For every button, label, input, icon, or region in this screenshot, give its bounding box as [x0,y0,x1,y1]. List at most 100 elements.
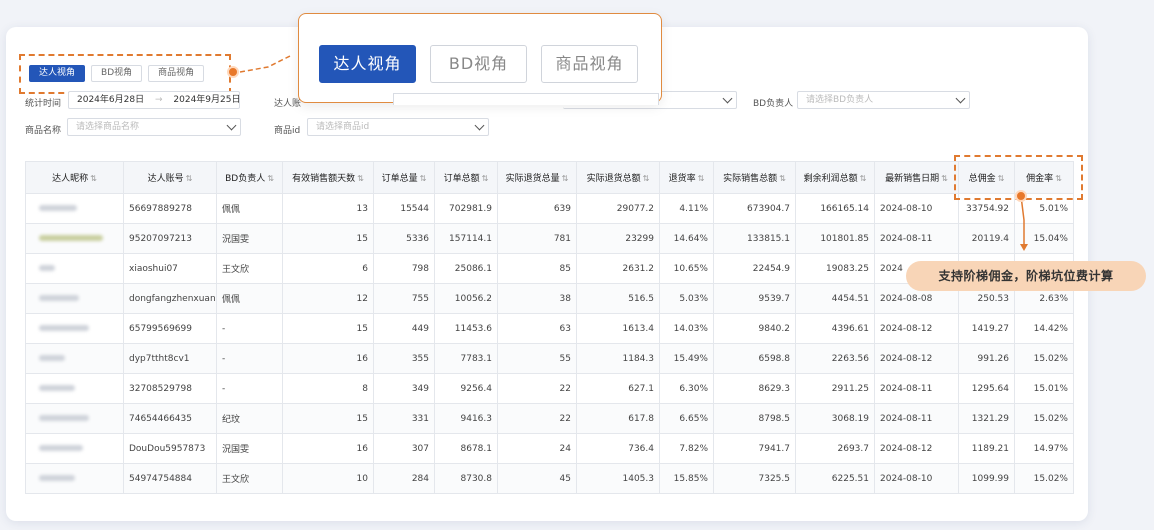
column-header[interactable]: 最新销售日期 ⇅ [874,161,959,194]
bd-select[interactable]: 请选择BD负责人 [797,91,970,109]
sort-icon[interactable]: ⇅ [562,174,569,183]
table-cell: 95207097213 [123,223,217,254]
table-cell: 15.02% [1014,343,1074,374]
sort-icon[interactable]: ⇅ [643,174,650,183]
table-cell: 755 [373,283,435,314]
table-row[interactable]: dyp7ttht8cv1-16 355 7783.1 55 1184.3 15.49% 65… [25,343,1074,374]
table-cell: 14.03% [659,313,714,344]
sort-icon[interactable]: ⇅ [482,174,489,183]
table-cell: 2024-08-12 [874,433,959,464]
table-cell: 1189.21 [958,433,1015,464]
column-header[interactable]: 退货率 ⇅ [659,161,714,194]
sort-icon[interactable]: ⇅ [267,174,274,183]
sort-icon[interactable]: ⇅ [779,174,786,183]
table-cell: 20119.4 [958,223,1015,254]
table-body: 56697889278 佩佩 13 15544 702981.9 639 29077.2 4.… [25,193,1074,494]
table-cell: 101801.85 [795,223,875,254]
table-cell: 7325.5 [713,463,796,494]
column-header-label: 剩余利润总额 [803,174,858,184]
sort-icon[interactable]: ⇅ [90,174,97,183]
table-row[interactable]: DouDou5957873 況国雯 16 307 8678.1 24 736.4 7.82% 7… [25,433,1074,464]
table-cell: 22 [497,373,577,404]
table-cell: 8798.5 [713,403,796,434]
sort-icon[interactable]: ⇅ [860,174,867,183]
nickname-cell [25,343,124,374]
table-cell: 673904.7 [713,193,796,224]
table-row[interactable]: 32708529798-8 349 9256.4 22 627.1 6.30% 8629.3… [25,373,1074,404]
table-cell: 29077.2 [576,193,660,224]
sort-icon[interactable]: ⇅ [186,174,193,183]
table-cell: 1419.27 [958,313,1015,344]
table-cell: 2263.56 [795,343,875,374]
column-header[interactable]: 实际销售总额 ⇅ [713,161,796,194]
nickname-cell [25,253,124,284]
table-cell: 9416.3 [434,403,498,434]
table-row[interactable]: 54974754884 王文欣 10 284 8730.8 45 1405.3 15.85% 7… [25,463,1074,494]
table-cell: 15 [282,313,374,344]
table-cell: 23299 [576,223,660,254]
table-cell: 10056.2 [434,283,498,314]
table-cell: 19083.25 [795,253,875,284]
sort-icon[interactable]: ⇅ [420,174,427,183]
table-cell: 況国雯 [216,433,283,464]
column-header[interactable]: 有效销售额天数 ⇅ [282,161,374,194]
table-cell: 6.30% [659,373,714,404]
column-header[interactable]: 订单总额 ⇅ [434,161,498,194]
column-header[interactable]: 订单总量 ⇅ [373,161,435,194]
sort-icon[interactable]: ⇅ [941,174,948,183]
table-cell: 15.02% [1014,463,1074,494]
column-header[interactable]: 实际退货总量 ⇅ [497,161,577,194]
table-cell: 15.02% [1014,403,1074,434]
product-name-select[interactable]: 请选择商品名称 [67,118,241,136]
product-name-label: 商品名称 [25,126,62,136]
table-cell: 15.85% [659,463,714,494]
data-table: 达人昵称 ⇅ 达人账号 ⇅ BD负责人 ⇅ 有效销售额天数 ⇅ 订单总量 ⇅ 订单总额 ⇅ 实际退货总量… [25,161,1074,494]
column-header[interactable]: 剩余利润总额 ⇅ [795,161,875,194]
column-header[interactable]: 达人账号 ⇅ [123,161,217,194]
table-cell: 307 [373,433,435,464]
table-cell: 55 [497,343,577,374]
table-row[interactable]: 56697889278 佩佩 13 15544 702981.9 639 29077.2 4.… [25,193,1074,224]
table-cell: 349 [373,373,435,404]
nickname-cell [25,313,124,344]
table-cell: 166165.14 [795,193,875,224]
blurred-nickname [39,294,79,301]
table-cell: 15544 [373,193,435,224]
table-cell: 355 [373,343,435,374]
column-header-label: 达人账号 [147,174,184,184]
table-cell: 6598.8 [713,343,796,374]
sort-icon[interactable]: ⇅ [357,174,364,183]
table-cell: 157114.1 [434,223,498,254]
table-row[interactable]: 95207097213 況国雯 15 5336 157114.1 781 23299 14.6… [25,223,1074,254]
blurred-nickname [39,444,83,451]
blurred-nickname [39,204,77,211]
table-cell: 5.03% [659,283,714,314]
blurred-nickname [39,354,65,361]
table-cell: 10.65% [659,253,714,284]
product-id-placeholder: 请选择商品id [316,122,370,132]
date-range-picker[interactable]: 2024年6月28日 → 2024年9月25日 [68,91,240,109]
table-cell: 2024-08-12 [874,313,959,344]
table-cell: 1321.29 [958,403,1015,434]
table-cell: 2024-08-10 [874,463,959,494]
table-cell: 6 [282,253,374,284]
table-cell: 4396.61 [795,313,875,344]
sort-icon[interactable]: ⇅ [698,174,705,183]
table-cell: 627.1 [576,373,660,404]
table-cell: 8678.1 [434,433,498,464]
column-header[interactable]: 达人昵称 ⇅ [25,161,124,194]
column-header-label: BD负责人 [225,174,266,184]
end-date: 2024年9月25日 [173,95,240,105]
column-header[interactable]: BD负责人 ⇅ [216,161,283,194]
column-header[interactable]: 实际退货总额 ⇅ [576,161,660,194]
blurred-nickname [39,234,103,241]
table-cell: 1184.3 [576,343,660,374]
table-row[interactable]: 74654466435 纪玟 15 331 9416.3 22 617.8 6.65% 8798… [25,403,1074,434]
table-row[interactable]: 65799569699-15 449 11453.6 63 1613.4 14.03% 98… [25,313,1074,344]
column-header-label: 实际退货总量 [505,174,560,184]
table-cell: 639 [497,193,577,224]
tabs-callout: 达人视角 BD视角 商品视角 [298,13,662,105]
product-id-select[interactable]: 请选择商品id [307,118,489,136]
table-cell: 22454.9 [713,253,796,284]
bd-placeholder: 请选择BD负责人 [806,95,874,105]
